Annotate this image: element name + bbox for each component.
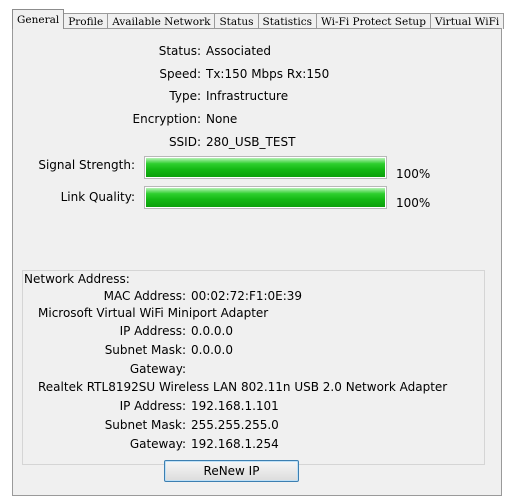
status-label: Status: xyxy=(158,44,201,58)
adapter2-name: Realtek RTL8192SU Wireless LAN 802.11n U… xyxy=(38,380,448,394)
adapter1-ip-label: IP Address: xyxy=(119,324,186,338)
type-value: Infrastructure xyxy=(206,89,289,103)
adapter2-gateway-label: Gateway: xyxy=(129,437,186,451)
tab-bar: General Profile Available Network Status… xyxy=(12,9,505,29)
link-quality-label: Link Quality: xyxy=(60,190,135,204)
tab-wifi-protect-setup[interactable]: Wi-Fi Protect Setup xyxy=(316,13,431,29)
tab-general[interactable]: General xyxy=(12,9,65,29)
encryption-label: Encryption: xyxy=(132,112,201,126)
adapter1-ip-value: 0.0.0.0 xyxy=(191,324,233,338)
status-value: Associated xyxy=(206,44,272,58)
adapter2-ip-value: 192.168.1.101 xyxy=(191,399,279,413)
tab-statistics[interactable]: Statistics xyxy=(257,13,318,29)
signal-strength-percent: 100% xyxy=(396,167,431,181)
adapter2-gateway-value: 192.168.1.254 xyxy=(191,437,279,451)
tab-virtual-wifi[interactable]: Virtual WiFi xyxy=(429,13,505,29)
signal-strength-label: Signal Strength: xyxy=(38,158,135,172)
mac-address-value: 00:02:72:F1:0E:39 xyxy=(191,289,303,303)
mac-address-label: MAC Address: xyxy=(103,289,186,303)
type-label: Type: xyxy=(169,89,201,103)
adapter1-gateway-label: Gateway: xyxy=(129,362,186,376)
link-quality-percent: 100% xyxy=(396,196,431,210)
adapter1-subnet-label: Subnet Mask: xyxy=(104,343,186,357)
network-address-label: Network Address: xyxy=(23,272,131,286)
ssid-value: 280_USB_TEST xyxy=(206,135,296,149)
adapter2-ip-label: IP Address: xyxy=(119,399,186,413)
adapter2-subnet-value: 255.255.255.0 xyxy=(191,418,279,432)
speed-value: Tx:150 Mbps Rx:150 xyxy=(206,67,330,81)
speed-label: Speed: xyxy=(159,67,201,81)
link-quality-bar xyxy=(144,186,387,209)
encryption-value: None xyxy=(206,112,238,126)
adapter1-name: Microsoft Virtual WiFi Miniport Adapter xyxy=(38,306,269,320)
tab-available-network[interactable]: Available Network xyxy=(107,13,216,29)
renew-ip-button[interactable]: ReNew IP xyxy=(164,460,299,482)
adapter1-subnet-value: 0.0.0.0 xyxy=(191,343,233,357)
tab-status[interactable]: Status xyxy=(214,13,259,29)
ssid-label: SSID: xyxy=(168,135,201,149)
signal-strength-fill xyxy=(146,158,385,177)
signal-strength-bar xyxy=(144,156,387,179)
tab-profile[interactable]: Profile xyxy=(63,13,109,29)
link-quality-fill xyxy=(146,188,385,207)
adapter2-subnet-label: Subnet Mask: xyxy=(104,418,186,432)
